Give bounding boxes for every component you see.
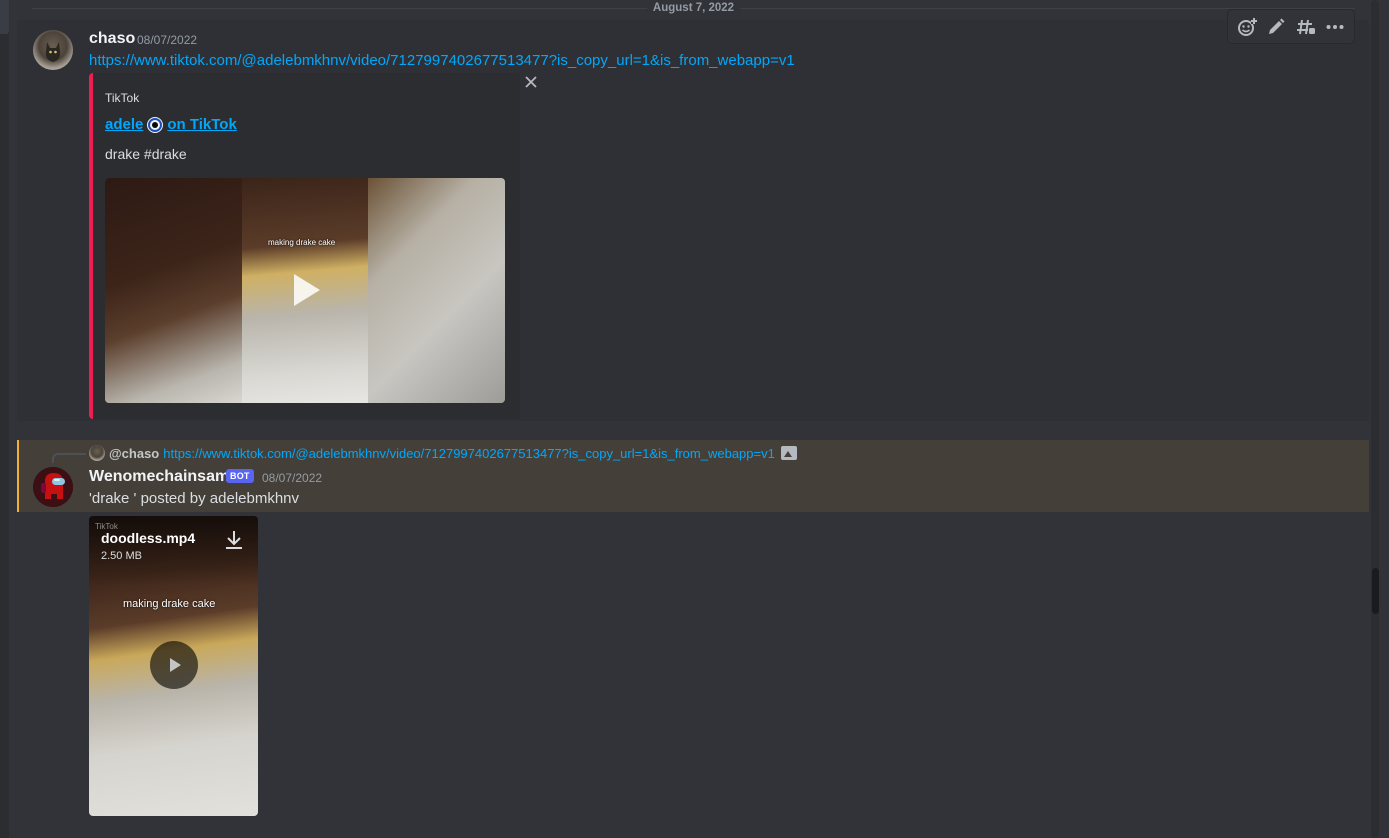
play-button[interactable] — [283, 266, 331, 314]
reply-avatar — [89, 445, 105, 461]
message-content: 'drake ' posted by adelebmkhnv — [89, 490, 300, 507]
embed-title-suffix: on TikTok — [167, 116, 237, 133]
embed-description: drake #drake — [105, 146, 187, 162]
add-reaction-icon — [1237, 16, 1257, 36]
nazar-emoji-icon — [147, 116, 164, 133]
more-icon — [1326, 24, 1344, 29]
remove-embed-button[interactable] — [521, 72, 541, 92]
attachment-filename: doodless.mp4 — [101, 530, 196, 546]
reply-context[interactable]: @chaso https://www.tiktok.com/@adelebmkh… — [89, 444, 797, 462]
video-frame-left — [105, 178, 242, 403]
timestamp[interactable]: 08/07/2022 — [262, 471, 322, 485]
video-attachment[interactable]: TikTok doodless.mp4 2.50 MB making drake… — [89, 516, 258, 816]
date-divider: August 7, 2022 — [32, 0, 1355, 18]
download-button[interactable] — [223, 528, 245, 552]
download-icon — [226, 531, 242, 549]
username[interactable]: chaso — [89, 30, 135, 48]
scrollbar-track[interactable] — [1371, 0, 1379, 838]
video-caption: making drake cake — [123, 598, 216, 610]
avatar[interactable] — [33, 467, 73, 507]
edit-button[interactable] — [1262, 13, 1290, 41]
message-link[interactable]: https://www.tiktok.com/@adelebmkhnv/vide… — [89, 52, 795, 69]
embed-video-thumbnail[interactable]: making drake cake — [105, 178, 505, 403]
play-button[interactable] — [150, 641, 198, 689]
message-toolbar — [1227, 9, 1355, 44]
edit-icon — [1269, 18, 1285, 34]
attachment-filesize: 2.50 MB — [101, 550, 142, 562]
video-caption: making drake cake — [268, 238, 336, 247]
reply-spine — [52, 453, 86, 463]
create-thread-button[interactable] — [1292, 13, 1320, 41]
cat-avatar-icon — [45, 42, 61, 62]
more-button[interactable] — [1321, 13, 1349, 41]
create-thread-icon — [1296, 19, 1315, 34]
image-icon — [780, 446, 797, 460]
play-icon — [294, 274, 320, 306]
scrollbar-thumb[interactable] — [1372, 568, 1379, 614]
embed-title-link[interactable]: adele on TikTok — [105, 116, 237, 133]
reply-username[interactable]: @chaso — [109, 446, 159, 461]
among-us-avatar-icon — [33, 467, 73, 507]
avatar[interactable] — [33, 30, 73, 70]
embed-title-prefix: adele — [105, 116, 144, 133]
close-icon — [525, 76, 537, 88]
play-icon — [170, 658, 181, 672]
reply-preview-text[interactable]: https://www.tiktok.com/@adelebmkhnv/vide… — [163, 446, 775, 461]
add-reaction-button[interactable] — [1233, 13, 1261, 41]
date-divider-label: August 7, 2022 — [646, 2, 741, 14]
left-rail — [0, 0, 9, 838]
video-frame-right — [368, 178, 505, 403]
timestamp[interactable]: 08/07/2022 — [137, 33, 197, 47]
username[interactable]: Wenomechainsama — [89, 468, 238, 486]
left-rail-scroll-thumb[interactable] — [0, 0, 9, 34]
bot-badge: BOT — [226, 469, 254, 483]
embed-provider: TikTok — [105, 91, 140, 105]
